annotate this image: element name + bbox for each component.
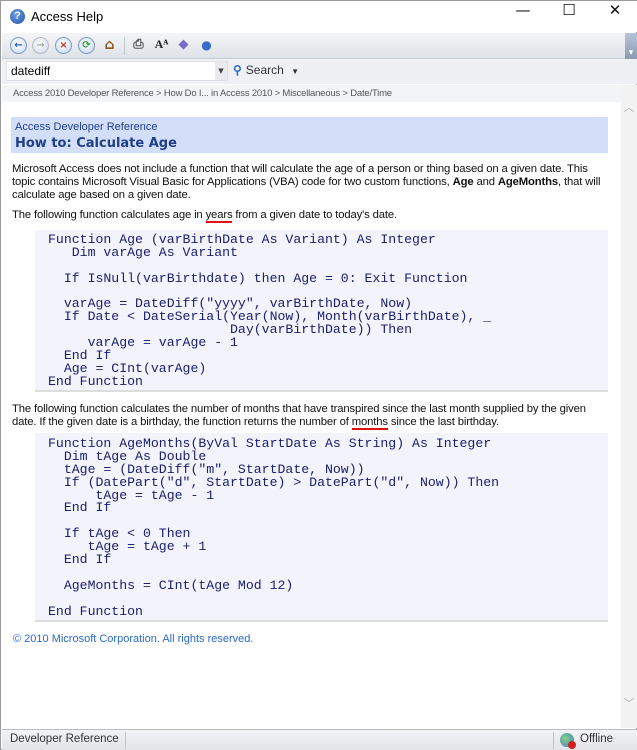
topic-subtitle: Access Developer Reference (15, 121, 158, 133)
close-button[interactable]: ✕ (592, 1, 637, 32)
keep-on-top-icon[interactable]: ● (198, 37, 215, 54)
code-line: End Function (48, 603, 143, 619)
status-scope[interactable]: Developer Reference (10, 733, 119, 745)
minimize-button[interactable]: — (500, 1, 546, 32)
vertical-scrollbar[interactable]: ︿ ﹀ (621, 85, 637, 728)
status-bar: Developer Reference Offline (2, 729, 637, 750)
offline-globe-icon (560, 733, 576, 749)
status-separator (553, 732, 554, 749)
status-separator (125, 732, 126, 749)
topic-header: Access Developer Reference How to: Calcu… (11, 117, 608, 153)
code-line: tAge = tAge + 1 (48, 539, 207, 555)
print-icon[interactable]: ⎙ (130, 37, 147, 54)
connection-status[interactable]: Offline (580, 733, 613, 745)
code-line: End If (48, 500, 112, 516)
refresh-icon[interactable]: ⟳ (78, 37, 95, 54)
stop-icon[interactable]: × (55, 37, 72, 54)
code-line: End Function (48, 373, 143, 389)
toolbar-separator (124, 37, 125, 55)
help-content: Access Developer Reference How to: Calcu… (2, 102, 621, 728)
search-icon: ⚲ (233, 63, 242, 77)
search-button[interactable]: ⚲ Search ▼ (233, 63, 299, 77)
access-help-window: ? Access Help — ☐ ✕ ← → × ⟳ ⌂ ⎙ Aᴬ ◆ ● ▾… (0, 0, 637, 750)
search-history-dropdown[interactable]: ▼ (215, 62, 227, 80)
code-line: Dim varAge As Variant (48, 244, 238, 260)
code-line: tAge = tAge - 1 (48, 487, 215, 503)
search-input[interactable]: datediff ▼ (6, 61, 228, 81)
back-icon[interactable]: ← (10, 37, 27, 54)
code-line: End If (48, 552, 112, 568)
code-line: AgeMonths = CInt(tAge Mod 12) (48, 577, 294, 593)
search-input-value: datediff (11, 64, 51, 78)
toolbar-overflow-button[interactable]: ▾ (625, 33, 637, 59)
scroll-up-icon[interactable]: ︿ (623, 99, 635, 115)
search-options-chevron-icon[interactable]: ▼ (291, 67, 299, 76)
maximize-button[interactable]: ☐ (546, 1, 592, 32)
spelling-underline-months: months (351, 416, 388, 430)
title-bar: ? Access Help — ☐ ✕ (1, 1, 637, 32)
search-bar: datediff ▼ ⚲ Search ▼ (2, 59, 637, 84)
intro-paragraph: Microsoft Access does not include a func… (12, 163, 601, 201)
breadcrumb[interactable]: Access 2010 Developer Reference > How Do… (2, 85, 621, 102)
toolbar: ← → × ⟳ ⌂ ⎙ Aᴬ ◆ ● ▾ (2, 33, 637, 59)
text-size-icon[interactable]: Aᴬ (153, 37, 170, 54)
code-line: If IsNull(varBirthdate) then Age = 0: Ex… (48, 270, 468, 286)
age-description: The following function calculates age in… (12, 209, 398, 223)
search-button-label: Search (245, 63, 284, 77)
home-icon[interactable]: ⌂ (101, 37, 118, 54)
code-block-agemonths: Function AgeMonths(ByVal StartDate As St… (35, 433, 608, 622)
scroll-down-icon[interactable]: ﹀ (623, 695, 635, 711)
table-of-contents-icon[interactable]: ◆ (175, 37, 192, 54)
code-line: varAge = varAge - 1 (48, 335, 238, 351)
code-block-age: Function Age (varBirthDate As Variant) A… (35, 230, 608, 392)
agemonths-description: The following function calculates the nu… (12, 403, 586, 430)
copyright-link[interactable]: © 2010 Microsoft Corporation. All rights… (13, 633, 253, 645)
spelling-underline-years: years (205, 209, 233, 223)
forward-icon[interactable]: → (32, 37, 49, 54)
page-title: How to: Calculate Age (15, 136, 177, 151)
help-icon: ? (10, 9, 25, 24)
window-title: Access Help (31, 9, 104, 24)
